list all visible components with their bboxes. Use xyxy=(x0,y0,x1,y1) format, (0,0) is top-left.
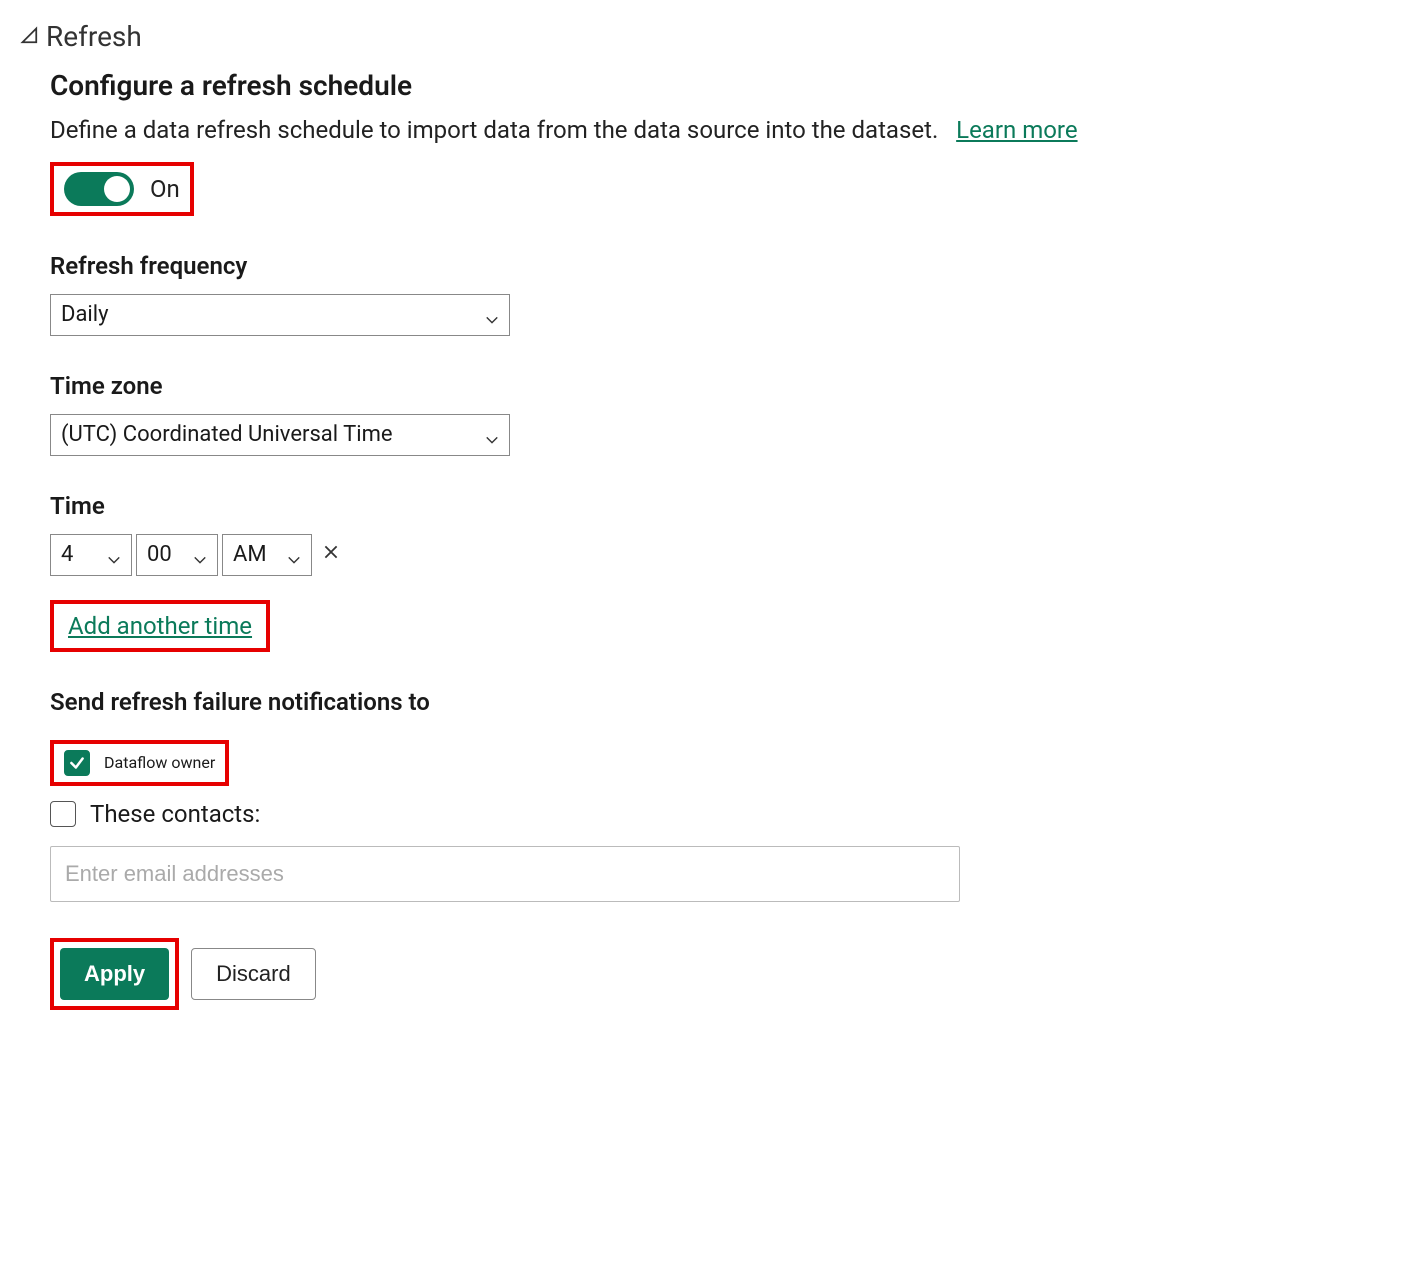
timezone-label: Time zone xyxy=(50,372,1383,400)
description-row: Define a data refresh schedule to import… xyxy=(50,114,1383,148)
frequency-label: Refresh frequency xyxy=(50,252,1383,280)
apply-highlight: Apply xyxy=(50,938,179,1010)
time-hour-value: 4 xyxy=(61,542,73,567)
chevron-down-icon xyxy=(287,548,301,562)
toggle-knob-icon xyxy=(104,176,130,202)
time-label: Time xyxy=(50,492,1383,520)
time-hour-select[interactable]: 4 xyxy=(50,534,132,576)
apply-button[interactable]: Apply xyxy=(60,948,169,1000)
timezone-select[interactable]: (UTC) Coordinated Universal Time xyxy=(50,414,510,456)
description-text: Define a data refresh schedule to import… xyxy=(50,116,938,144)
learn-more-link[interactable]: Learn more xyxy=(956,116,1077,144)
chevron-down-icon xyxy=(485,428,499,442)
button-row: Apply Discard xyxy=(50,938,1383,1010)
section-title: Refresh xyxy=(46,20,142,53)
time-minute-select[interactable]: 00 xyxy=(136,534,218,576)
dataflow-owner-label: Dataflow owner xyxy=(104,753,215,772)
toggle-highlight: On xyxy=(50,162,194,216)
time-minute-value: 00 xyxy=(147,542,172,567)
frequency-value: Daily xyxy=(61,302,109,327)
chevron-down-icon xyxy=(485,308,499,322)
refresh-section-body: Configure a refresh schedule Define a da… xyxy=(20,69,1383,1010)
chevron-down-icon xyxy=(107,548,121,562)
remove-time-button[interactable] xyxy=(316,542,346,567)
time-ampm-value: AM xyxy=(233,542,267,567)
time-ampm-select[interactable]: AM xyxy=(222,534,312,576)
chevron-down-icon xyxy=(193,548,207,562)
these-contacts-label: These contacts: xyxy=(90,800,260,828)
schedule-toggle[interactable] xyxy=(64,172,134,206)
frequency-select[interactable]: Daily xyxy=(50,294,510,336)
collapse-triangle-icon xyxy=(20,20,40,53)
notifications-label: Send refresh failure notifications to xyxy=(50,688,1383,716)
toggle-state-label: On xyxy=(150,175,180,203)
add-time-highlight: Add another time xyxy=(50,600,270,652)
time-row: 4 00 AM xyxy=(50,534,1383,576)
refresh-section-header[interactable]: Refresh xyxy=(20,20,1383,53)
configure-subtitle: Configure a refresh schedule xyxy=(50,69,1383,102)
contacts-email-input[interactable] xyxy=(50,846,960,902)
discard-button[interactable]: Discard xyxy=(191,948,316,1000)
contacts-checkbox-row: These contacts: xyxy=(50,800,1383,828)
owner-checkbox-highlight: Dataflow owner xyxy=(50,740,229,786)
timezone-value: (UTC) Coordinated Universal Time xyxy=(61,422,393,447)
add-another-time-link[interactable]: Add another time xyxy=(68,612,252,640)
dataflow-owner-checkbox[interactable] xyxy=(64,750,90,776)
these-contacts-checkbox[interactable] xyxy=(50,801,76,827)
